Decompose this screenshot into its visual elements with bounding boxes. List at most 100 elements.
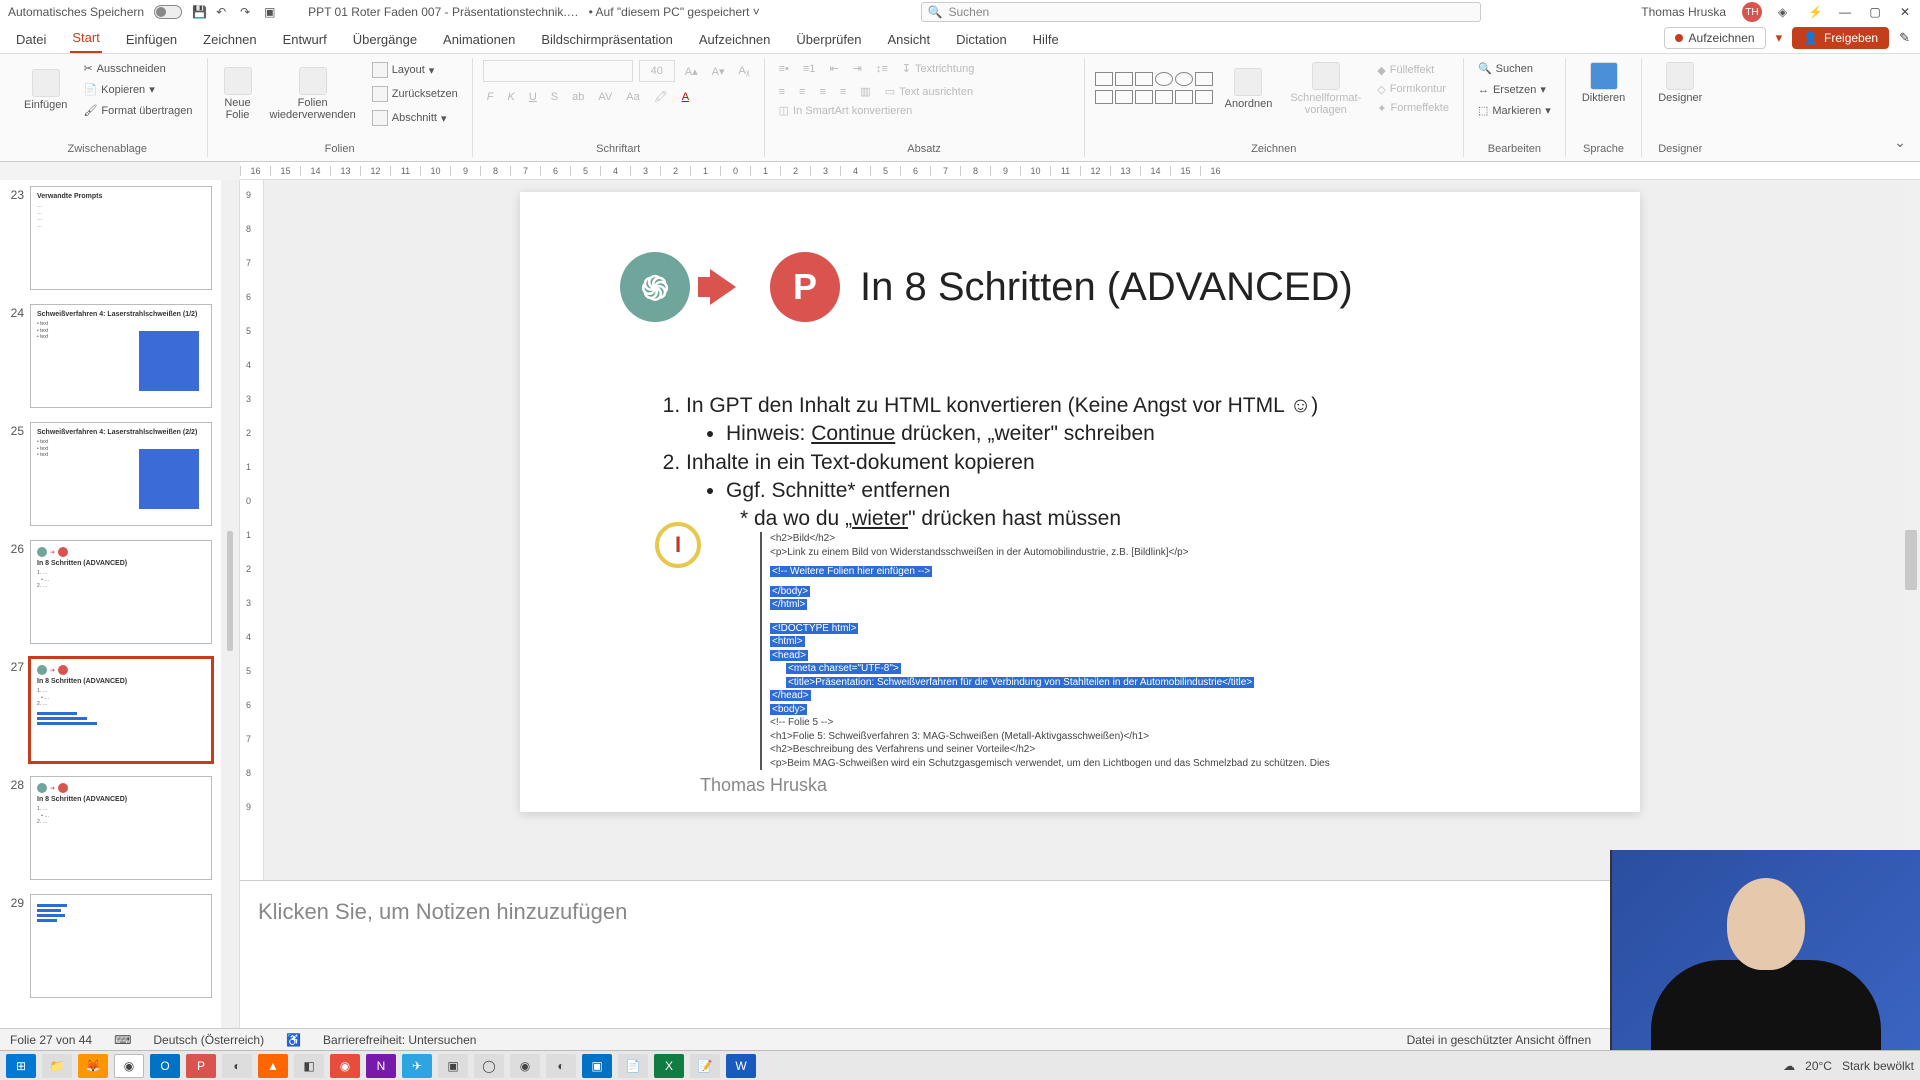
- slide-thumbnail[interactable]: 26➔In 8 Schritten (ADVANCED)1. … • … 2. …: [4, 540, 229, 644]
- save-location[interactable]: • Auf "diesem PC" gespeichert ˅: [589, 5, 760, 19]
- share-button[interactable]: 👤Freigeben: [1792, 27, 1889, 49]
- tab-ansicht[interactable]: Ansicht: [885, 26, 932, 53]
- highlight-icon[interactable]: 🖍: [650, 88, 672, 105]
- tab-zeichnen[interactable]: Zeichnen: [201, 26, 258, 53]
- tab-datei[interactable]: Datei: [14, 26, 48, 53]
- app-icon[interactable]: ◯: [474, 1054, 504, 1078]
- tab-dictation[interactable]: Dictation: [954, 26, 1009, 53]
- text-direction-button[interactable]: ↧Textrichtung: [898, 60, 979, 77]
- italic-icon[interactable]: K: [504, 89, 519, 105]
- tab-hilfe[interactable]: Hilfe: [1031, 26, 1061, 53]
- copy-button[interactable]: 📄Kopieren▾: [79, 81, 196, 98]
- slide-thumbnail[interactable]: 27➔In 8 Schritten (ADVANCED)1. … • … 2. …: [4, 658, 229, 762]
- comments-icon[interactable]: ✎: [1899, 30, 1910, 46]
- ribbon-collapse-icon[interactable]: ⌄: [1894, 134, 1906, 151]
- word-icon[interactable]: W: [726, 1054, 756, 1078]
- tab-ueberpruefen[interactable]: Überprüfen: [794, 26, 863, 53]
- align-right-icon[interactable]: ≡: [815, 84, 829, 100]
- reset-button[interactable]: Zurücksetzen: [368, 84, 462, 104]
- arrange-button[interactable]: Anordnen: [1219, 66, 1279, 112]
- onenote-icon[interactable]: N: [366, 1054, 396, 1078]
- font-size-select[interactable]: 40: [639, 60, 675, 82]
- weather-icon[interactable]: ☁: [1783, 1059, 1795, 1073]
- app-icon[interactable]: ▣: [438, 1054, 468, 1078]
- weather-text[interactable]: Stark bewölkt: [1842, 1059, 1914, 1073]
- undo-icon[interactable]: ↶: [216, 5, 230, 19]
- slide-canvas[interactable]: ֍ P In 8 Schritten (ADVANCED) In GPT den…: [520, 192, 1640, 812]
- app-icon[interactable]: ◧: [294, 1054, 324, 1078]
- case-icon[interactable]: Aa: [622, 89, 643, 105]
- designer-button[interactable]: Designer: [1652, 60, 1708, 106]
- reuse-slides-button[interactable]: Folien wiederverwenden: [264, 65, 362, 123]
- lang-icon[interactable]: ⌨: [114, 1033, 131, 1047]
- slide-thumbnail[interactable]: 23Verwandte Prompts… … … …: [4, 186, 229, 290]
- scrollbar-handle[interactable]: [1905, 530, 1917, 590]
- bullets-icon[interactable]: ≡•: [775, 61, 793, 77]
- powerpoint-taskbar-icon[interactable]: P: [186, 1054, 216, 1078]
- app-icon[interactable]: ▣: [582, 1054, 612, 1078]
- tab-bildschirm[interactable]: Bildschirmpräsentation: [539, 26, 675, 53]
- indent-inc-icon[interactable]: ⇥: [849, 60, 866, 77]
- firefox-icon[interactable]: 🦊: [78, 1054, 108, 1078]
- tab-entwurf[interactable]: Entwurf: [281, 26, 329, 53]
- close-icon[interactable]: ✕: [1898, 5, 1912, 19]
- status-accessibility[interactable]: Barrierefreiheit: Untersuchen: [323, 1033, 476, 1047]
- bold-icon[interactable]: F: [483, 89, 498, 105]
- start-button[interactable]: ⊞: [6, 1054, 36, 1078]
- spacing-icon[interactable]: AV: [594, 89, 616, 105]
- slide-thumbnail[interactable]: 24Schweißverfahren 4: Laserstrahlschweiß…: [4, 304, 229, 408]
- present-from-start-icon[interactable]: ▣: [264, 5, 278, 19]
- align-left-icon[interactable]: ≡: [775, 84, 789, 100]
- font-family-select[interactable]: [483, 60, 633, 82]
- line-spacing-icon[interactable]: ↕≡: [872, 61, 892, 77]
- autosave-toggle[interactable]: [154, 5, 182, 19]
- section-button[interactable]: Abschnitt▾: [368, 108, 462, 128]
- tab-start[interactable]: Start: [70, 24, 101, 53]
- app-icon[interactable]: ◉: [510, 1054, 540, 1078]
- increase-font-icon[interactable]: A▴: [681, 63, 702, 80]
- scrollbar-handle[interactable]: [227, 531, 233, 651]
- tab-einfuegen[interactable]: Einfügen: [124, 26, 179, 53]
- columns-icon[interactable]: ▥: [856, 83, 874, 100]
- slide-thumbnail[interactable]: 29: [4, 894, 229, 998]
- status-language[interactable]: Deutsch (Österreich): [153, 1033, 264, 1047]
- accessibility-icon[interactable]: ♿: [286, 1033, 301, 1047]
- quick-styles-button[interactable]: Schnellformat- vorlagen: [1284, 60, 1367, 118]
- paste-button[interactable]: Einfügen: [18, 67, 73, 113]
- select-button[interactable]: ⬚Markieren▾: [1474, 102, 1555, 119]
- format-painter-button[interactable]: 🖌Format übertragen: [79, 102, 196, 119]
- numbering-icon[interactable]: ≡1: [799, 61, 820, 77]
- user-avatar[interactable]: TH: [1742, 2, 1762, 22]
- search-input[interactable]: 🔍 Suchen: [921, 2, 1481, 22]
- indent-dec-icon[interactable]: ⇤: [825, 60, 842, 77]
- app-icon[interactable]: ◉: [330, 1054, 360, 1078]
- tab-animationen[interactable]: Animationen: [441, 26, 517, 53]
- minimize-icon[interactable]: —: [1838, 5, 1852, 19]
- share-dropdown-icon[interactable]: ▾: [1776, 30, 1783, 46]
- maximize-icon[interactable]: ▢: [1868, 5, 1882, 19]
- dictate-button[interactable]: Diktieren: [1576, 60, 1631, 106]
- shadow-icon[interactable]: ab: [568, 89, 588, 105]
- find-button[interactable]: 🔍Suchen: [1474, 60, 1555, 77]
- thumb-scrollbar[interactable]: [221, 180, 239, 1050]
- save-icon[interactable]: 💾: [192, 5, 206, 19]
- layout-button[interactable]: Layout▾: [368, 60, 462, 80]
- align-center-icon[interactable]: ≡: [795, 84, 809, 100]
- user-name[interactable]: Thomas Hruska: [1641, 5, 1726, 19]
- tab-aufzeichnen[interactable]: Aufzeichnen: [697, 26, 773, 53]
- strike-icon[interactable]: S: [547, 89, 562, 105]
- explorer-icon[interactable]: 📁: [42, 1054, 72, 1078]
- record-button[interactable]: Aufzeichnen: [1664, 27, 1766, 49]
- shape-outline-button[interactable]: ◇Formkontur: [1373, 81, 1453, 98]
- decrease-font-icon[interactable]: A▾: [708, 63, 729, 80]
- redo-icon[interactable]: ↷: [240, 5, 254, 19]
- weather-temp[interactable]: 20°C: [1805, 1059, 1832, 1073]
- tab-uebergaenge[interactable]: Übergänge: [351, 26, 419, 53]
- notepad-icon[interactable]: 📝: [690, 1054, 720, 1078]
- shape-effects-button[interactable]: ✦Formeffekte: [1373, 100, 1453, 117]
- font-color-icon[interactable]: A: [678, 89, 693, 105]
- app-icon[interactable]: ◐: [222, 1054, 252, 1078]
- shapes-gallery[interactable]: [1095, 72, 1213, 106]
- cut-button[interactable]: ✂Ausschneiden: [79, 60, 196, 77]
- align-text-button[interactable]: ▭Text ausrichten: [881, 83, 977, 100]
